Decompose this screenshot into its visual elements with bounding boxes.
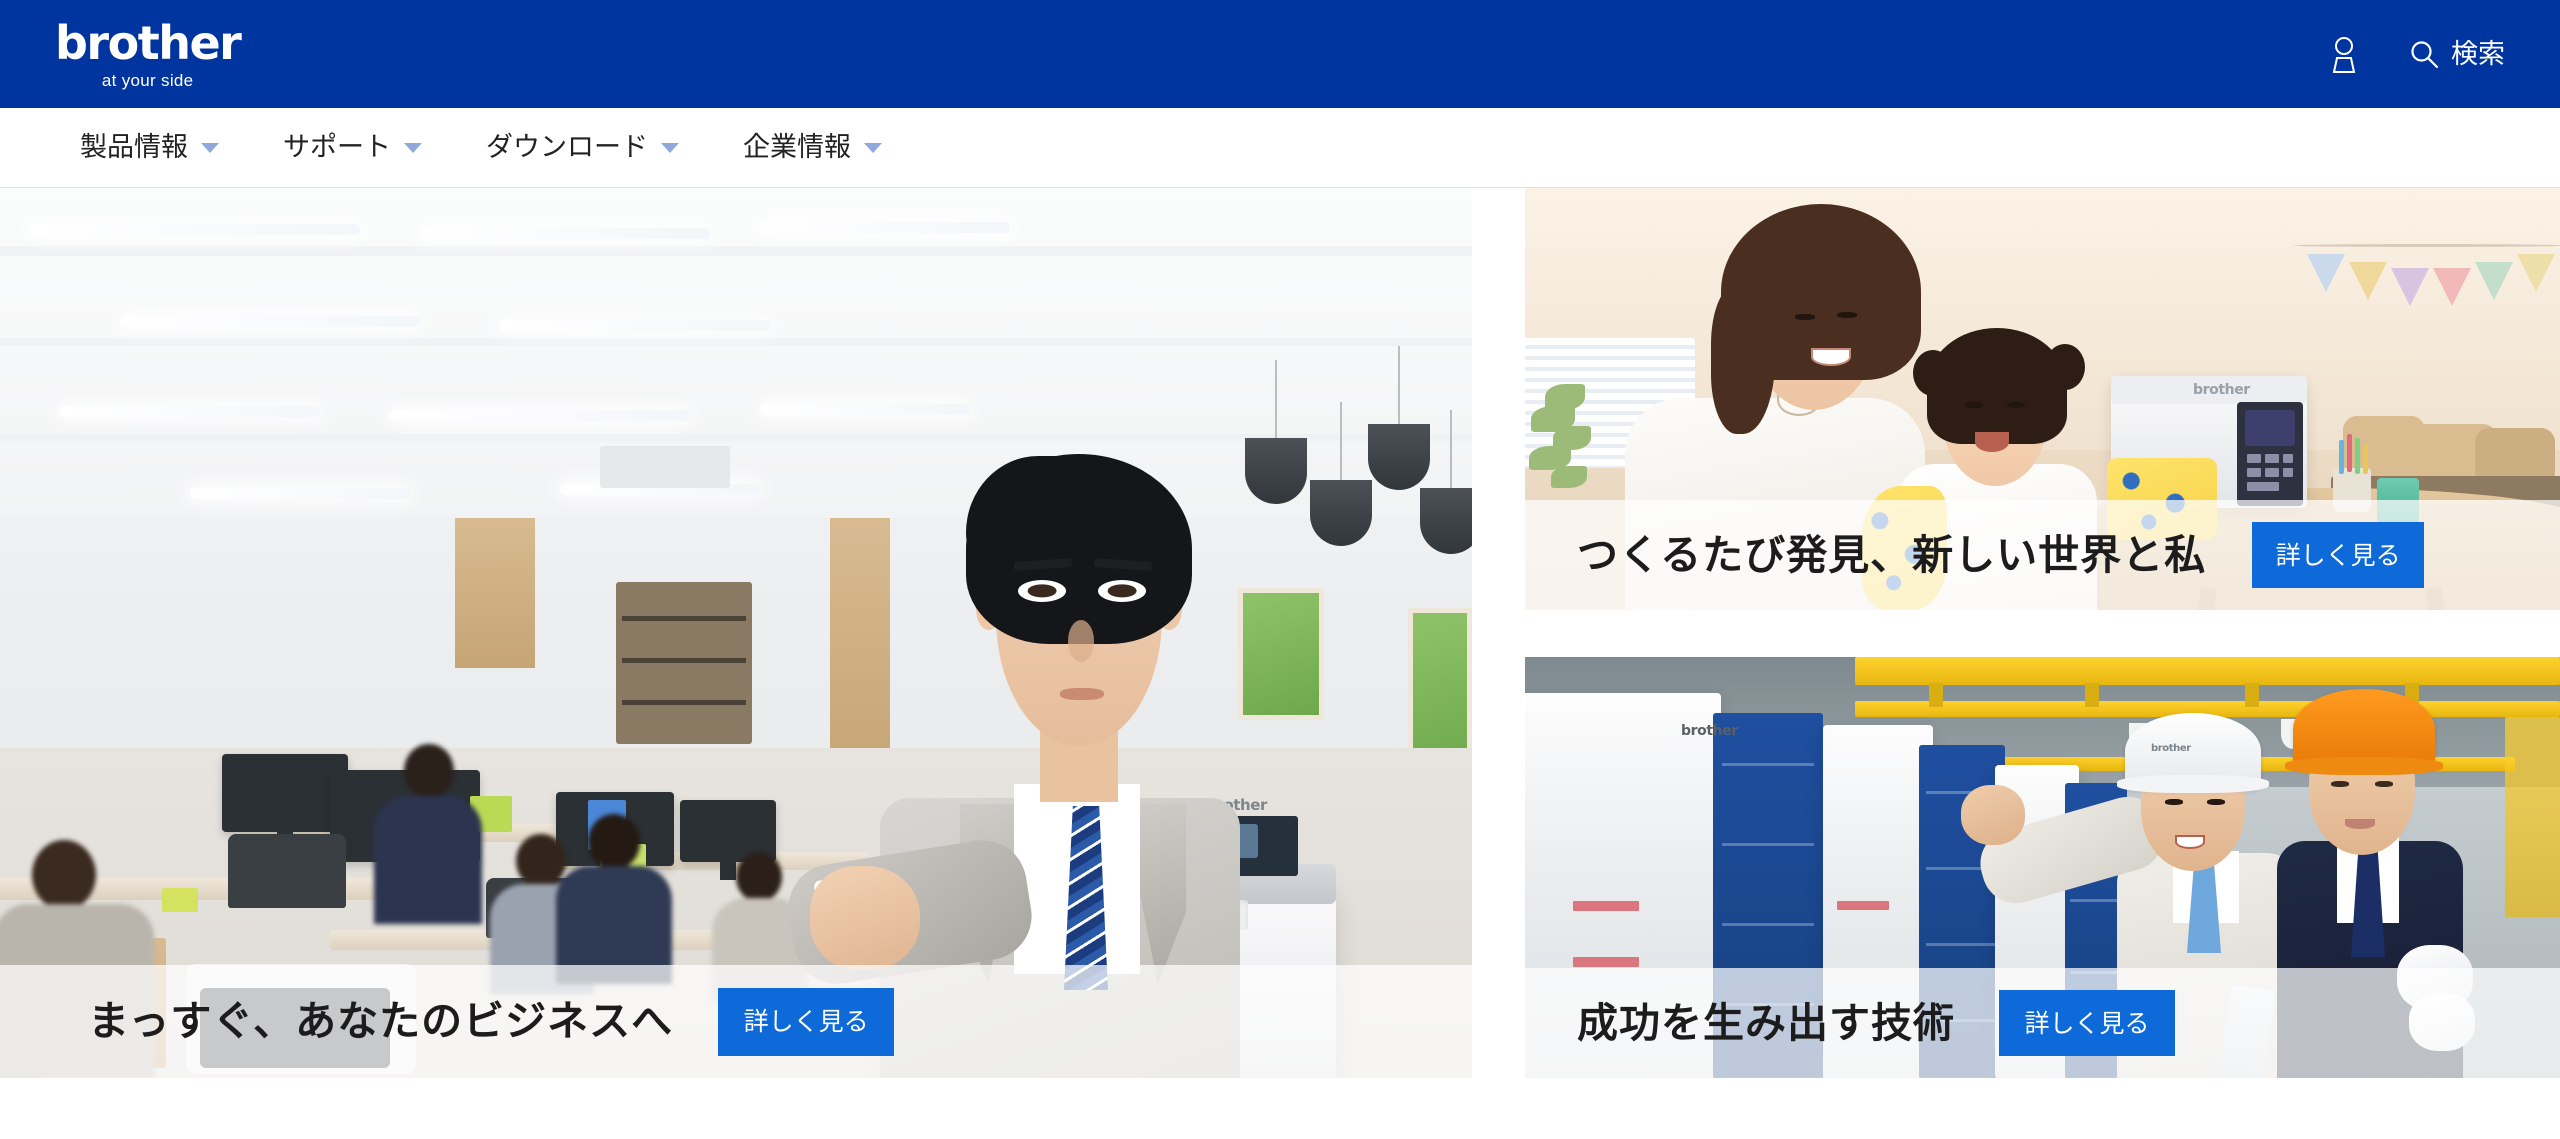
search-label: 検索 [2451, 38, 2505, 70]
logo-tagline: at your side [101, 70, 194, 90]
sewing-details-button[interactable]: 詳しく見る [2252, 522, 2425, 588]
nav-label: 企業情報 [743, 132, 851, 163]
chevron-down-icon [201, 142, 219, 153]
factory-details-button[interactable]: 詳しく見る [1999, 990, 2175, 1056]
office-printer-scene: brother brother [0, 188, 1472, 1078]
sewing-caption: つくるたび発見、新しい世界と私 詳しく見る [1525, 500, 2560, 610]
hero-details-button[interactable]: 詳しく見る [718, 987, 895, 1056]
nav-item-products[interactable]: 製品情報 [80, 134, 219, 161]
sewing-card[interactable]: brother つくるたび発見、新しい世界と私 詳しく見る [1525, 188, 2560, 610]
nav-item-company[interactable]: 企業情報 [743, 134, 882, 161]
nav-item-support[interactable]: サポート [283, 134, 422, 161]
chevron-down-icon [661, 142, 679, 153]
factory-card[interactable]: brother brother 成功を生み出す技術 詳しく見る [1525, 657, 2560, 1078]
nav-label: サポート [283, 132, 391, 163]
main-navigation: 製品情報 サポート ダウンロード 企業情報 [0, 108, 2560, 188]
factory-caption: 成功を生み出す技術 詳しく見る [1525, 968, 2560, 1078]
sewing-title: つくるたび発見、新しい世界と私 [1577, 530, 2207, 579]
side-column: brother つくるたび発見、新しい世界と私 詳しく見る brother br… [1525, 188, 2560, 1078]
logo-wordmark: brother [55, 15, 242, 70]
header-actions: 検索 [2327, 35, 2505, 73]
chevron-down-icon [404, 142, 422, 153]
main-content: brother brother [0, 188, 2560, 1078]
search-button[interactable]: 検索 [2409, 39, 2505, 69]
person-icon[interactable] [2327, 35, 2361, 73]
hero-column: brother brother [0, 188, 1472, 1078]
hero-caption: まっすぐ、あなたのビジネスへ 詳しく見る [0, 965, 1472, 1078]
search-icon [2409, 39, 2439, 69]
brother-logo[interactable]: brother at your side [55, 15, 242, 90]
nav-label: ダウンロード [486, 132, 648, 163]
factory-title: 成功を生み出す技術 [1577, 998, 1955, 1047]
nav-item-download[interactable]: ダウンロード [486, 134, 679, 161]
nav-label: 製品情報 [80, 132, 188, 163]
business-hero-card[interactable]: brother brother [0, 188, 1472, 1078]
site-header: brother at your side 検索 [0, 0, 2560, 108]
hero-title: まっすぐ、あなたのビジネスへ [88, 997, 674, 1045]
chevron-down-icon [864, 142, 882, 153]
